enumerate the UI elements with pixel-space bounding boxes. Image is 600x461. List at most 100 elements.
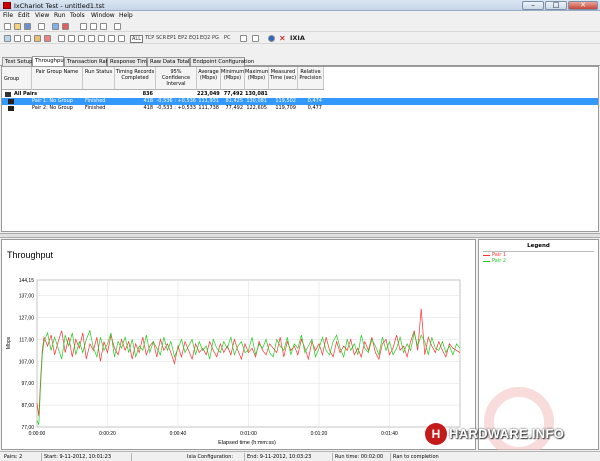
ixia-logo-icon: ✕ <box>279 34 286 43</box>
copy-icon[interactable] <box>90 23 97 30</box>
menu-file[interactable]: File <box>3 12 13 19</box>
stop-icon[interactable] <box>62 23 69 30</box>
x-tick-label: 0:01:00 <box>240 431 257 437</box>
zoom-out-icon[interactable] <box>252 35 259 42</box>
summary-label: All Pairs <box>14 91 38 97</box>
summary-row[interactable]: All Pairs 836 223,049 77,492 130,081 <box>2 91 598 98</box>
filter-ep1-button[interactable]: EP1 <box>167 35 176 41</box>
pair-average: 111,738 <box>198 105 219 111</box>
pair-icon <box>8 106 14 111</box>
ixia-brand: IXIA <box>290 34 305 42</box>
tab-transaction-rate[interactable]: Transaction Rate <box>64 57 111 66</box>
col-maximum[interactable]: Maximum (Mbps) <box>245 67 269 90</box>
tab-test-setup[interactable]: Test Setup <box>2 57 33 66</box>
tab-endpoint-configuration[interactable]: Endpoint Configuration <box>190 57 254 66</box>
export-icon[interactable] <box>108 35 115 42</box>
y-tick-label: 127,00 <box>19 316 35 322</box>
standard-toolbar <box>0 21 600 32</box>
filter-eq2-button[interactable]: EQ2 <box>200 35 210 41</box>
cut-icon[interactable] <box>80 23 87 30</box>
pair-precision: 0,477 <box>307 105 322 111</box>
filter-all-button[interactable]: ALL <box>130 35 143 43</box>
menu-window[interactable]: Window <box>91 12 115 19</box>
run-options-icon[interactable] <box>58 35 65 42</box>
pair-maximum: 122,605 <box>246 105 267 111</box>
renumber-icon[interactable] <box>34 35 41 42</box>
filter-icon[interactable] <box>118 35 125 42</box>
status-end: End: 9-11-2012, 10:03:23 <box>245 453 333 461</box>
status-pairs: Pairs: 2 <box>2 453 42 461</box>
pair-name: Pair 1: No Group <box>32 98 73 104</box>
legend-pane: Legend Pair 1 Pair 2 <box>478 239 599 450</box>
chart-pane: Throughput 144,15 137,00 127,00 117,00 107,0… <box>1 239 476 450</box>
pair-status: Finished <box>85 105 106 111</box>
save-icon[interactable] <box>24 23 31 30</box>
filter-tcp-button[interactable]: TCP <box>145 35 154 41</box>
minimize-button[interactable]: – <box>522 1 544 10</box>
close-button[interactable]: ✕ <box>568 1 598 10</box>
error-icon[interactable] <box>78 35 85 42</box>
results-table: Group Pair Group Name Run Status Timing … <box>1 66 599 232</box>
y-tick-label: 97,00 <box>21 381 34 387</box>
table-row[interactable]: Pair 2: No Group Finished 418 -0,533 : +… <box>2 105 598 112</box>
col-timing-records[interactable]: Timing Records Completed <box>115 67 156 90</box>
y-tick-label: 117,00 <box>19 337 34 343</box>
filter-pg-button[interactable]: PG <box>212 35 219 41</box>
filter-pc-button[interactable]: PC <box>224 35 231 41</box>
filter-ep2-button[interactable]: EP2 <box>178 35 187 41</box>
pair-name: Pair 2: No Group <box>32 105 73 111</box>
legend-swatch-pair1 <box>483 255 490 256</box>
stats-icon[interactable] <box>88 35 95 42</box>
zoom-in-icon[interactable] <box>240 35 247 42</box>
graph-icon[interactable] <box>98 35 105 42</box>
add-pair-icon[interactable] <box>4 35 11 42</box>
table-row[interactable]: Pair 1: No Group Finished 418 -0,536 : +… <box>2 98 598 105</box>
col-confidence[interactable]: 95% Confidence Interval <box>156 67 197 90</box>
open-icon[interactable] <box>14 23 21 30</box>
paste-icon[interactable] <box>100 23 107 30</box>
col-group[interactable]: Group <box>2 67 32 90</box>
menu-tools[interactable]: Tools <box>70 12 85 19</box>
x-tick-label: 0:01:40 <box>381 431 398 437</box>
col-minimum[interactable]: Minimum (Mbps) <box>221 67 245 90</box>
filter-scr-button[interactable]: SCR <box>156 35 166 41</box>
add-multicast-icon[interactable] <box>14 35 21 42</box>
tab-response-time[interactable]: Response Time <box>107 57 150 66</box>
watermark-h-icon: H <box>425 423 447 445</box>
run-icon[interactable] <box>52 23 59 30</box>
col-run-status[interactable]: Run Status <box>83 67 115 90</box>
watermark: H HARDWARE.INFO <box>425 423 593 445</box>
filter-eq1-button[interactable]: EQ1 <box>189 35 199 41</box>
menu-help[interactable]: Help <box>119 12 133 19</box>
new-icon[interactable] <box>4 23 11 30</box>
info-icon[interactable] <box>268 35 275 42</box>
summary-minimum: 77,492 <box>223 91 243 97</box>
maximize-button[interactable]: □ <box>545 1 567 10</box>
splitter[interactable] <box>0 233 600 238</box>
pair-status: Finished <box>85 98 106 104</box>
legend-title: Legend <box>527 243 550 249</box>
pair-icon <box>8 99 14 104</box>
menu-run[interactable]: Run <box>54 12 66 19</box>
col-average[interactable]: Average (Mbps) <box>197 67 221 90</box>
print-icon[interactable] <box>38 23 45 30</box>
menu-view[interactable]: View <box>35 12 49 19</box>
find-icon[interactable] <box>114 23 121 30</box>
summary-records: 836 <box>142 91 153 97</box>
col-relative-precision[interactable]: Relative Precision <box>298 67 324 90</box>
throughput-chart: Throughput 144,15 137,00 127,00 117,00 107,0… <box>6 250 469 446</box>
tab-raw-data-totals[interactable]: Raw Data Totals <box>147 57 192 66</box>
col-pair-group-name[interactable]: Pair Group Name <box>32 67 83 90</box>
summary-average: 223,049 <box>197 91 220 97</box>
y-tick-label: 107,00 <box>19 359 35 365</box>
clock-icon[interactable] <box>68 35 75 42</box>
pair-maximum: 130,081 <box>246 98 267 104</box>
delete-icon[interactable] <box>44 35 51 42</box>
menu-edit[interactable]: Edit <box>18 12 30 19</box>
col-measured-time[interactable]: Measured Time (sec) <box>269 67 298 90</box>
edit-icon[interactable] <box>24 35 31 42</box>
chart-title: Throughput <box>7 250 54 260</box>
pair-ci: -0,536 : +0,536 <box>156 98 197 104</box>
result-tabs: Test Setup Throughput Transaction Rate R… <box>0 56 600 67</box>
window-title: IxChariot Test - untitled1.tst <box>14 2 105 10</box>
